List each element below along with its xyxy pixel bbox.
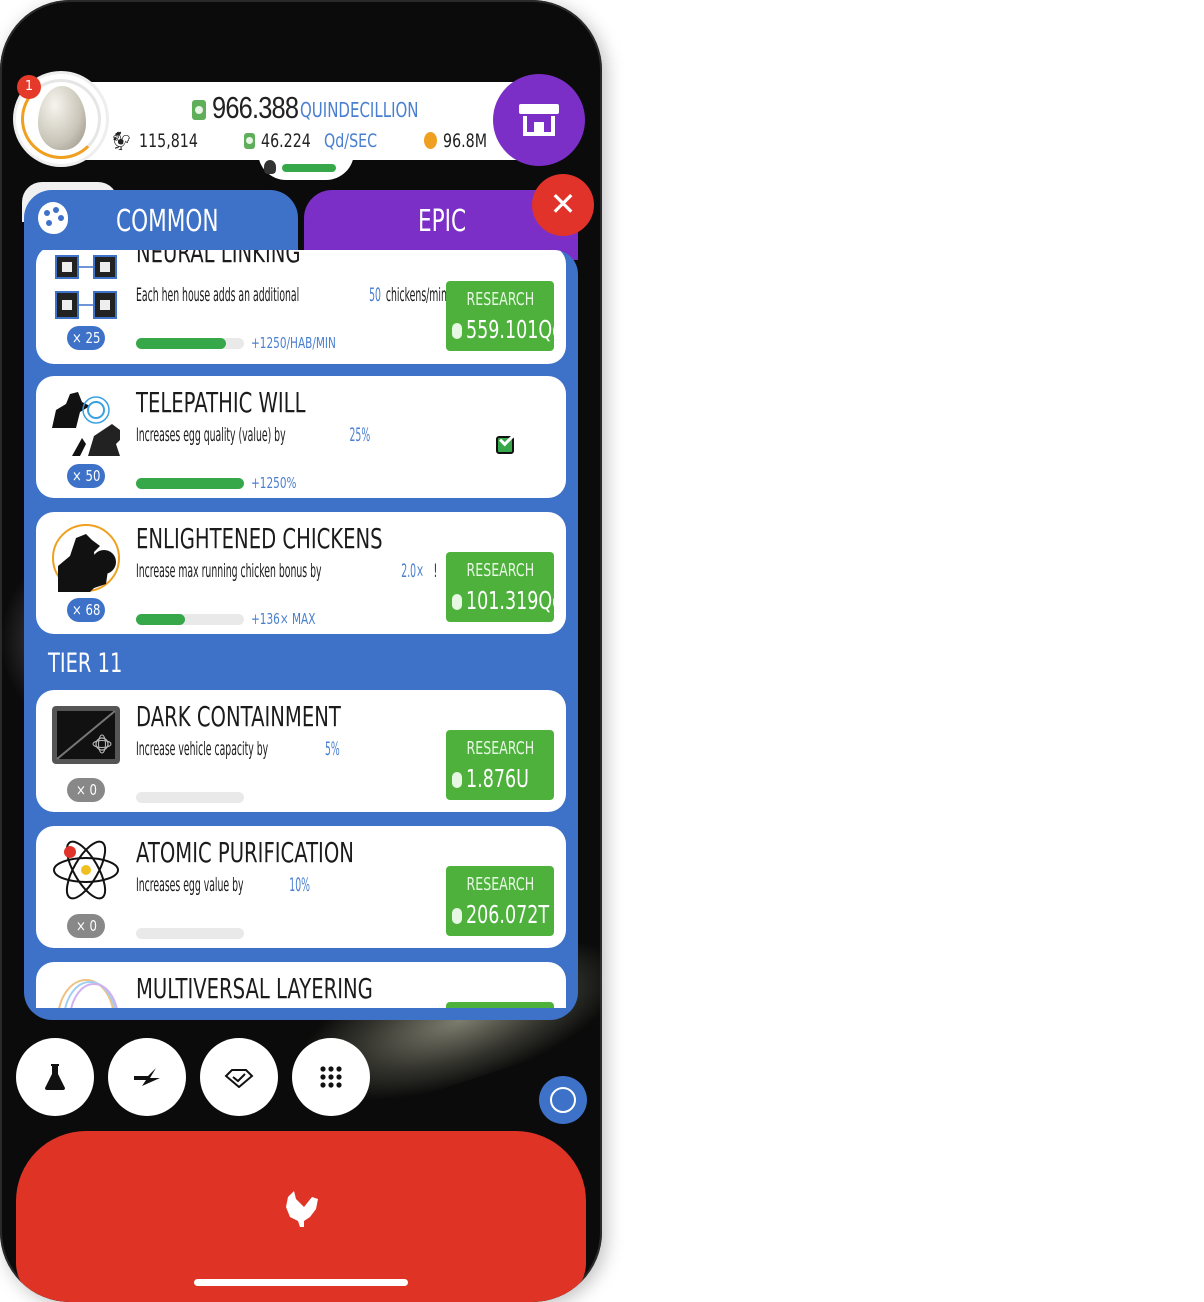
research-item-multiversal-layering: MULTIVERSAL LAYERING — [36, 962, 566, 1008]
level-badge: × 25 — [67, 326, 105, 350]
gem-icon — [224, 1069, 254, 1088]
research-button[interactable]: RESEARCH 101.319Qd — [446, 552, 563, 622]
research-progress — [136, 792, 244, 803]
menu-grid-button[interactable] — [292, 1038, 370, 1116]
income-rate: 46.224 Qd/SEC — [244, 130, 394, 152]
level-badge: × 0 — [67, 778, 105, 802]
atom-icon — [53, 840, 119, 900]
lightning-icon — [134, 1068, 160, 1086]
money-display: 966.388 QUINDECILLION — [192, 90, 419, 125]
artifacts-nav-button[interactable] — [200, 1038, 278, 1116]
research-panel[interactable]: × 25 NEURAL LINKING Each hen house adds … — [24, 250, 578, 1020]
level-badge: × 0 — [67, 914, 105, 938]
palette-icon — [38, 202, 68, 234]
research-title: DARK CONTAINMENT — [136, 700, 341, 733]
egg-count-value: 96.8M — [443, 130, 488, 152]
flask-icon — [45, 1064, 65, 1090]
research-progress — [136, 928, 244, 939]
close-button[interactable]: ✕ — [532, 174, 594, 236]
hatch-chicken-button[interactable] — [16, 1131, 586, 1302]
research-bonus: +1250% — [251, 474, 297, 492]
research-bonus: +1250/HAB/MIN — [251, 334, 336, 352]
notification-badge: 1 — [17, 75, 41, 99]
research-title: ENLIGHTENED CHICKENS — [136, 522, 383, 555]
dark-containment-icon — [52, 706, 120, 764]
research-item-dark-containment: × 0 DARK CONTAINMENT Increase vehicle ca… — [36, 690, 566, 812]
money-unit: QUINDECILLION — [300, 98, 419, 122]
research-description: Increases egg quality (value) by 25% — [136, 424, 371, 446]
tab-common-label: COMMON — [116, 204, 219, 239]
research-button[interactable]: RESEARCH 206.072T — [446, 866, 554, 936]
cash-icon — [452, 908, 462, 924]
level-badge: × 68 — [67, 598, 105, 622]
research-button[interactable] — [446, 1002, 554, 1008]
research-title: MULTIVERSAL LAYERING — [136, 972, 373, 1005]
research-item-neural-linking: × 25 NEURAL LINKING Each hen house adds … — [36, 250, 566, 364]
research-progress-fill — [136, 338, 226, 349]
tab-epic-label: EPIC — [418, 204, 467, 239]
research-button[interactable]: RESEARCH 559.101Qd — [446, 281, 563, 351]
research-progress-fill — [136, 478, 244, 489]
research-title: ATOMIC PURIFICATION — [136, 836, 354, 869]
money-value: 966.388 — [212, 90, 299, 125]
chicken-icon — [286, 1191, 318, 1227]
research-progress — [136, 614, 244, 625]
close-icon: ✕ — [549, 185, 577, 223]
cash-icon — [192, 100, 206, 120]
cash-icon-small — [244, 133, 255, 149]
chicken-count-value: 115,814 — [138, 130, 198, 152]
chicken-icon: 🐓︎ — [110, 131, 133, 152]
tier-heading: TIER 11 — [48, 648, 123, 679]
research-button[interactable]: RESEARCH 1.876U — [446, 730, 554, 800]
drone-progress — [258, 152, 354, 180]
level-badge: × 50 — [67, 464, 105, 488]
golden-egg-icon — [424, 132, 437, 149]
research-progress — [136, 338, 244, 349]
cash-icon — [452, 772, 462, 788]
shop-icon — [519, 104, 559, 114]
research-description: Increase vehicle capacity by 5% — [136, 738, 340, 760]
telepathic-will-icon — [52, 392, 120, 456]
research-nav-button[interactable] — [16, 1038, 94, 1116]
egg-count: 96.8M — [424, 130, 502, 152]
research-progress-fill — [136, 614, 185, 625]
rate-unit: Qd/SEC — [323, 130, 377, 152]
research-item-telepathic-will: × 50 TELEPATHIC WILL Increases egg quali… — [36, 376, 566, 498]
camera-toggle-button[interactable] — [539, 1076, 587, 1124]
neural-linking-icon — [55, 255, 117, 319]
research-bonus: +136× MAX — [251, 610, 316, 628]
drone-progress-fill — [282, 164, 336, 172]
home-indicator — [194, 1279, 408, 1286]
research-title: NEURAL LINKING — [136, 250, 301, 269]
completed-check-icon — [496, 436, 514, 454]
research-item-enlightened-chickens: × 68 ENLIGHTENED CHICKENS Increase max r… — [36, 512, 566, 634]
research-progress — [136, 478, 244, 489]
shop-button[interactable] — [493, 74, 585, 166]
chicken-count: 🐓︎ 115,814 — [110, 130, 217, 152]
enlightened-chicken-icon — [52, 524, 120, 592]
grid-icon — [320, 1066, 342, 1088]
rate-value: 46.224 — [261, 130, 311, 152]
research-list[interactable]: × 25 NEURAL LINKING Each hen house adds … — [24, 250, 578, 1008]
cash-icon — [452, 594, 462, 610]
research-title: TELEPATHIC WILL — [136, 386, 306, 419]
cash-icon — [452, 323, 462, 339]
phone-frame: 1 966.388 QUINDECILLION 🐓︎ 115,814 46.22… — [0, 0, 602, 1302]
research-description: Increases egg value by 10% — [136, 874, 311, 896]
multiverse-icon — [58, 979, 118, 1008]
research-item-atomic-purification: × 0 ATOMIC PURIFICATION Increases egg va… — [36, 826, 566, 948]
boost-nav-button[interactable] — [108, 1038, 186, 1116]
chicken-silhouette-icon — [264, 160, 276, 174]
